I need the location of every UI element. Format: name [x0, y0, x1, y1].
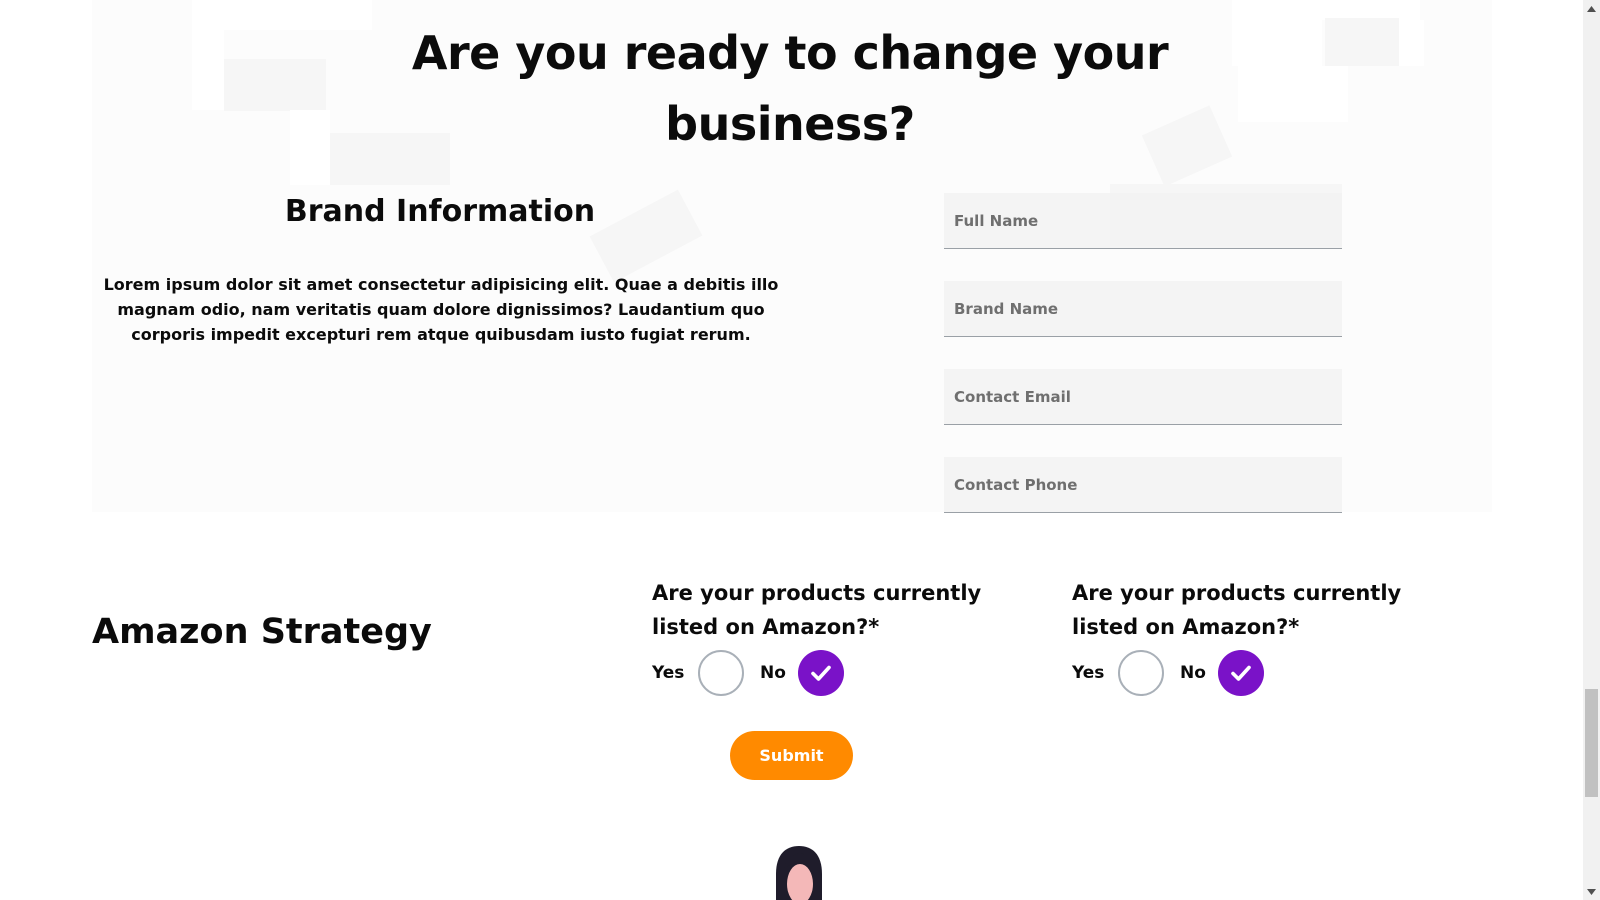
contact-email-input[interactable]: [944, 369, 1342, 425]
no-radio[interactable]: [1218, 650, 1264, 696]
amazon-question-2: Are your products currently listed on Am…: [1072, 576, 1412, 698]
question-text: Are your products currently listed on Am…: [652, 581, 982, 639]
bg-decoration: [1232, 0, 1322, 66]
no-label: No: [1180, 663, 1206, 683]
no-label: No: [760, 663, 786, 683]
yes-radio[interactable]: [698, 650, 744, 696]
full-name-input[interactable]: [944, 193, 1342, 249]
contact-phone-input[interactable]: [944, 457, 1342, 513]
bg-decoration: [192, 30, 224, 110]
scroll-up-arrow-icon[interactable]: [1583, 0, 1600, 17]
radio-group: Yes No: [652, 648, 992, 698]
yes-radio[interactable]: [1118, 650, 1164, 696]
checkmark-icon: [1231, 665, 1251, 681]
yes-label: Yes: [652, 663, 685, 683]
question-text: Are your products currently listed on Am…: [1072, 581, 1402, 639]
scroll-down-arrow-icon[interactable]: [1583, 883, 1600, 900]
amazon-strategy-title: Amazon Strategy: [92, 612, 432, 652]
brand-name-input[interactable]: [944, 281, 1342, 337]
person-illustration: [776, 846, 822, 900]
radio-group: Yes No: [1072, 648, 1412, 698]
brand-information-title: Brand Information: [284, 194, 596, 229]
checkmark-icon: [811, 665, 831, 681]
vertical-scrollbar[interactable]: [1583, 0, 1600, 900]
bg-decoration: [1320, 0, 1420, 20]
bg-decoration: [1325, 18, 1399, 66]
bg-decoration: [192, 0, 372, 30]
page-viewport: Are you ready to change your business? B…: [0, 0, 1583, 900]
bg-decoration: [224, 59, 326, 111]
scrollbar-thumb[interactable]: [1585, 689, 1598, 797]
no-radio[interactable]: [798, 650, 844, 696]
bg-decoration: [1398, 20, 1424, 66]
submit-button[interactable]: Submit: [730, 731, 853, 780]
amazon-question-1: Are your products currently listed on Am…: [652, 576, 992, 698]
yes-label: Yes: [1072, 663, 1105, 683]
page-headline: Are you ready to change your business?: [411, 26, 1169, 151]
bg-decoration: [290, 110, 330, 185]
bg-decoration: [1238, 66, 1348, 122]
brand-information-description: Lorem ipsum dolor sit amet consectetur a…: [103, 275, 779, 344]
